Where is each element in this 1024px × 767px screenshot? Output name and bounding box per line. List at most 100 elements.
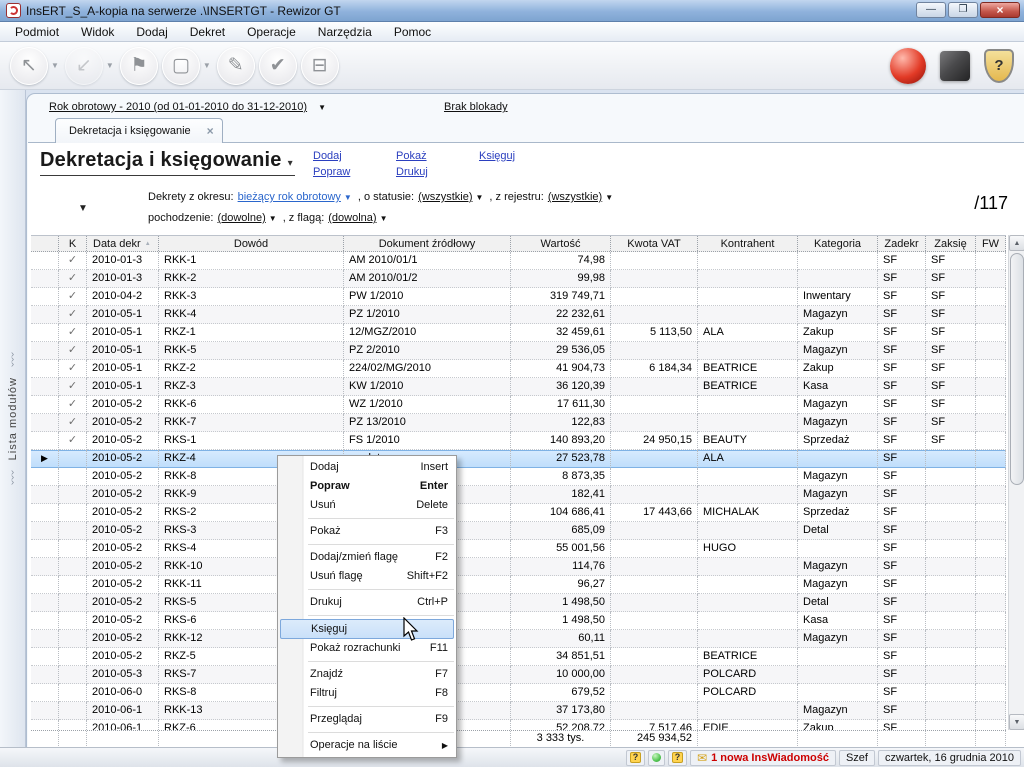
insert-home-button[interactable]	[890, 48, 926, 84]
table-row[interactable]: 2010-06-1RKK-1337 173,80MagazynSF	[31, 702, 1006, 720]
book-stamp-button[interactable]: ✔	[259, 47, 297, 85]
filter-collapse-icon[interactable]: ▼	[78, 203, 88, 214]
restore-button[interactable]: ❐	[948, 2, 978, 18]
link-ksieguj[interactable]: Księguj	[479, 150, 562, 166]
menu-item-przegladaj[interactable]: PrzeglądajF9	[278, 710, 456, 729]
tab-dekretacja[interactable]: Dekretacja i księgowanie ×	[55, 118, 223, 143]
dropdown-caret-icon[interactable]: ▼	[269, 214, 277, 223]
scroll-down-icon[interactable]: ▼	[1009, 714, 1024, 730]
filter-value-dowolne[interactable]: (dowolne)	[217, 212, 265, 224]
table-row[interactable]: 2010-05-2RKK-1260,11MagazynSF	[31, 630, 1006, 648]
column-header-date[interactable]: Data dekr▲	[87, 236, 159, 251]
dropdown-caret-icon[interactable]: ▼	[476, 193, 484, 202]
menu-item-operacje-na-liscie[interactable]: Operacje na liście▶	[278, 736, 456, 755]
table-row[interactable]: ✓2010-01-3RKK-2AM 2010/01/299,98SFSF	[31, 270, 1006, 288]
table-row[interactable]: ✓2010-05-1RKK-5PZ 2/201029 536,05Magazyn…	[31, 342, 1006, 360]
table-row[interactable]: 2010-05-2RKS-455 001,56HUGOSF	[31, 540, 1006, 558]
table-row[interactable]: ✓2010-05-2RKS-1FS 1/2010140 893,2024 950…	[31, 432, 1006, 450]
table-row[interactable]: 2010-05-2RKK-88 873,35MagazynSF	[31, 468, 1006, 486]
flag-button[interactable]: ⚑	[120, 47, 158, 85]
menu-item-filtruj[interactable]: FiltrujF8	[278, 684, 456, 703]
link-popraw[interactable]: Popraw	[313, 166, 396, 182]
menubar-item-podmiot[interactable]: Podmiot	[4, 23, 70, 41]
scroll-up-icon[interactable]: ▲	[1009, 235, 1024, 251]
help-status-icon[interactable]: ?	[626, 750, 645, 766]
column-header-vat[interactable]: Kwota VAT	[611, 236, 698, 251]
column-header-kategoria[interactable]: Kategoria	[798, 236, 878, 251]
menu-item-dodaj-zmien-flage[interactable]: Dodaj/zmień flagęF2	[278, 548, 456, 567]
vertical-scrollbar[interactable]: ▲ ▼	[1008, 235, 1024, 730]
link-dodaj[interactable]: Dodaj	[313, 150, 396, 166]
scrollbar-thumb[interactable]	[1010, 253, 1024, 485]
table-row[interactable]: ✓2010-05-1RKZ-112/MGZ/201032 459,615 113…	[31, 324, 1006, 342]
column-header-fw[interactable]: FW	[976, 236, 1006, 251]
table-row[interactable]: 2010-05-2RKS-2104 686,4117 443,66MICHALA…	[31, 504, 1006, 522]
menubar-item-narzedzia[interactable]: Narzędzia	[307, 23, 383, 41]
dropdown-caret-icon[interactable]: ▼	[51, 61, 59, 70]
menu-item-ksieguj[interactable]: Księguj	[280, 619, 454, 639]
table-row[interactable]: ✓2010-04-2RKK-3PW 1/2010319 749,71Inwent…	[31, 288, 1006, 306]
table-row[interactable]: 2010-06-0RKS-8679,52POLCARDSF	[31, 684, 1006, 702]
modules-strip[interactable]: ››› Lista modułów ›››	[0, 90, 26, 747]
table-row[interactable]: 2010-05-2RKK-9182,41MagazynSF	[31, 486, 1006, 504]
help-status-icon[interactable]: ?	[668, 750, 687, 766]
table-row[interactable]: 2010-05-2RKS-3685,09DetalSF	[31, 522, 1006, 540]
table-row[interactable]: ✓2010-01-3RKK-1AM 2010/01/174,98SFSF	[31, 252, 1006, 270]
table-row[interactable]: 2010-05-2RKS-51 498,50DetalSF	[31, 594, 1006, 612]
menu-item-znajdz[interactable]: ZnajdźF7	[278, 665, 456, 684]
link-pokaz[interactable]: Pokaż	[396, 150, 479, 166]
dropdown-caret-icon[interactable]: ▼	[344, 193, 352, 202]
column-header-zadekr[interactable]: Zadekr	[878, 236, 926, 251]
dropdown-caret-icon[interactable]: ▼	[605, 193, 613, 202]
new-document-button[interactable]: ▢	[162, 47, 200, 85]
dropdown-caret-icon[interactable]: ▼	[106, 61, 114, 70]
table-row[interactable]: ✓2010-05-1RKK-4PZ 1/201022 232,61Magazyn…	[31, 306, 1006, 324]
chevron-down-icon[interactable]: ▼	[318, 103, 326, 112]
modules-cube-button[interactable]	[940, 51, 970, 81]
column-header-wartosc[interactable]: Wartość	[511, 236, 611, 251]
close-button[interactable]: ×	[980, 2, 1020, 18]
filter-value-wszystkie[interactable]: (wszystkie)	[548, 191, 602, 203]
help-shield-button[interactable]: ?	[984, 49, 1014, 83]
column-header-ind[interactable]	[31, 236, 59, 251]
column-header-zaksie[interactable]: Zaksię	[926, 236, 976, 251]
import-button[interactable]: ↙	[65, 47, 103, 85]
table-row[interactable]: 2010-05-2RKZ-534 851,51BEATRICESF	[31, 648, 1006, 666]
fiscal-year-link[interactable]: Rok obrotowy - 2010 (od 01-01-2010 do 31…	[49, 101, 307, 113]
table-row[interactable]: ✓2010-05-1RKZ-2224/02/MG/201041 904,736 …	[31, 360, 1006, 378]
column-header-dowod[interactable]: Dowód	[159, 236, 344, 251]
dropdown-caret-icon[interactable]: ▼	[203, 61, 211, 70]
menubar-item-pomoc[interactable]: Pomoc	[383, 23, 442, 41]
menubar-item-operacje[interactable]: Operacje	[236, 23, 307, 41]
minimize-button[interactable]: —	[916, 2, 946, 18]
filter-value-wszystkie[interactable]: (wszystkie)	[418, 191, 472, 203]
menu-item-drukuj[interactable]: DrukujCtrl+P	[278, 593, 456, 612]
lock-status-link[interactable]: Brak blokady	[444, 101, 508, 113]
menubar-item-dekret[interactable]: Dekret	[179, 23, 236, 41]
table-row[interactable]: 2010-06-1RKZ-652 208,727 517,46EDIEZakup…	[31, 720, 1006, 730]
decree-button[interactable]: ✎	[217, 47, 255, 85]
inswiadomosc-message[interactable]: ✉ 1 nowa InsWiadomość	[690, 750, 836, 766]
link-drukuj[interactable]: Drukuj	[396, 166, 479, 182]
menubar-item-dodaj[interactable]: Dodaj	[125, 23, 178, 41]
column-header-kontrahent[interactable]: Kontrahent	[698, 236, 798, 251]
menu-item-dodaj[interactable]: DodajInsert	[278, 458, 456, 477]
table-row[interactable]: ✓2010-05-2RKK-7PZ 13/2010122,83MagazynSF…	[31, 414, 1006, 432]
menu-item-popraw[interactable]: PoprawEnter	[278, 477, 456, 496]
table-row[interactable]: 2010-05-2RKK-10114,76MagazynSF	[31, 558, 1006, 576]
column-header-k[interactable]: K	[59, 236, 87, 251]
dropdown-caret-icon[interactable]: ▼	[380, 214, 388, 223]
menu-item-pokaz[interactable]: PokażF3	[278, 522, 456, 541]
table-row[interactable]: 2010-05-2RKK-1196,27MagazynSF	[31, 576, 1006, 594]
chevron-down-icon[interactable]: ▾	[285, 158, 293, 169]
menu-item-usun-flage[interactable]: Usuń flagęShift+F2	[278, 567, 456, 586]
tab-close-icon[interactable]: ×	[207, 124, 214, 138]
menu-item-usun[interactable]: UsuńDelete	[278, 496, 456, 515]
table-row[interactable]: 2010-05-3RKS-710 000,00POLCARDSF	[31, 666, 1006, 684]
select-tool-button[interactable]: ↖	[10, 47, 48, 85]
column-header-dok[interactable]: Dokument źródłowy	[344, 236, 511, 251]
filter-value-biezacy-rok-obrotowy[interactable]: bieżący rok obrotowy	[238, 191, 341, 203]
menubar-item-widok[interactable]: Widok	[70, 23, 125, 41]
print-button[interactable]: ⊟	[301, 47, 339, 85]
table-row[interactable]: ✓2010-05-1RKZ-3KW 1/201036 120,39BEATRIC…	[31, 378, 1006, 396]
